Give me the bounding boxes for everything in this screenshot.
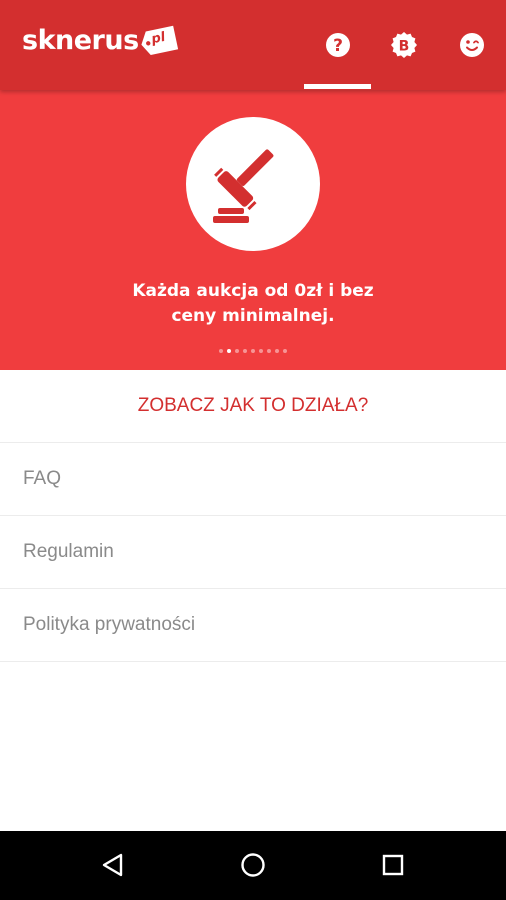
tab-badge[interactable]: B — [370, 0, 438, 90]
gavel-icon — [213, 149, 274, 223]
smiley-icon — [460, 33, 484, 57]
svg-text:B: B — [399, 39, 410, 55]
sknerus-logo[interactable]: sknerus pl — [22, 25, 179, 58]
tab-help[interactable]: ? — [304, 0, 372, 90]
svg-text:?: ? — [333, 36, 343, 56]
how-it-works-button[interactable]: ZOBACZ JAK TO DZIAŁA? — [0, 370, 506, 443]
home-icon — [241, 853, 265, 877]
back-button[interactable] — [89, 845, 137, 885]
menu-item-label: Polityka prywatności — [23, 614, 196, 635]
gavel-icon-circle — [186, 117, 320, 251]
menu-item-privacy-policy[interactable]: Polityka prywatności — [0, 589, 506, 662]
menu-item-faq[interactable]: FAQ — [0, 443, 506, 516]
onboarding-carousel[interactable]: Każda aukcja od 0zł i bez ceny minimalne… — [0, 90, 506, 370]
recents-icon — [382, 854, 404, 876]
tab-profile[interactable] — [438, 0, 506, 90]
slide-caption: Każda aukcja od 0zł i bez ceny minimalne… — [0, 279, 506, 329]
slide-caption-line-1: Każda aukcja od 0zł i bez — [132, 281, 374, 301]
app-bar: sknerus pl ? B — [0, 0, 506, 90]
slide-caption-line-2: ceny minimalnej. — [171, 306, 335, 326]
logo-tag-text: pl — [149, 29, 167, 48]
carousel-pager[interactable] — [0, 349, 506, 353]
pager-dot[interactable] — [219, 349, 223, 353]
logo-tag-icon: pl — [138, 25, 179, 58]
pager-dot[interactable] — [251, 349, 255, 353]
back-icon — [102, 853, 123, 877]
home-button[interactable] — [229, 845, 277, 885]
menu-item-label: Regulamin — [23, 541, 114, 562]
pager-dot[interactable] — [267, 349, 271, 353]
pager-dot-active[interactable] — [227, 349, 231, 353]
pager-dot[interactable] — [283, 349, 287, 353]
system-navigation-bar — [0, 831, 506, 900]
logo-text: sknerus — [22, 25, 139, 56]
pager-dot[interactable] — [243, 349, 247, 353]
menu-item-label: FAQ — [23, 468, 62, 489]
pager-dot[interactable] — [275, 349, 279, 353]
pager-dot[interactable] — [259, 349, 263, 353]
menu-item-regulamin[interactable]: Regulamin — [0, 516, 506, 589]
badge-b-icon: B — [391, 32, 417, 58]
recents-button[interactable] — [369, 845, 417, 885]
help-icon: ? — [326, 33, 350, 57]
pager-dot[interactable] — [235, 349, 239, 353]
active-tab-indicator — [304, 84, 371, 89]
